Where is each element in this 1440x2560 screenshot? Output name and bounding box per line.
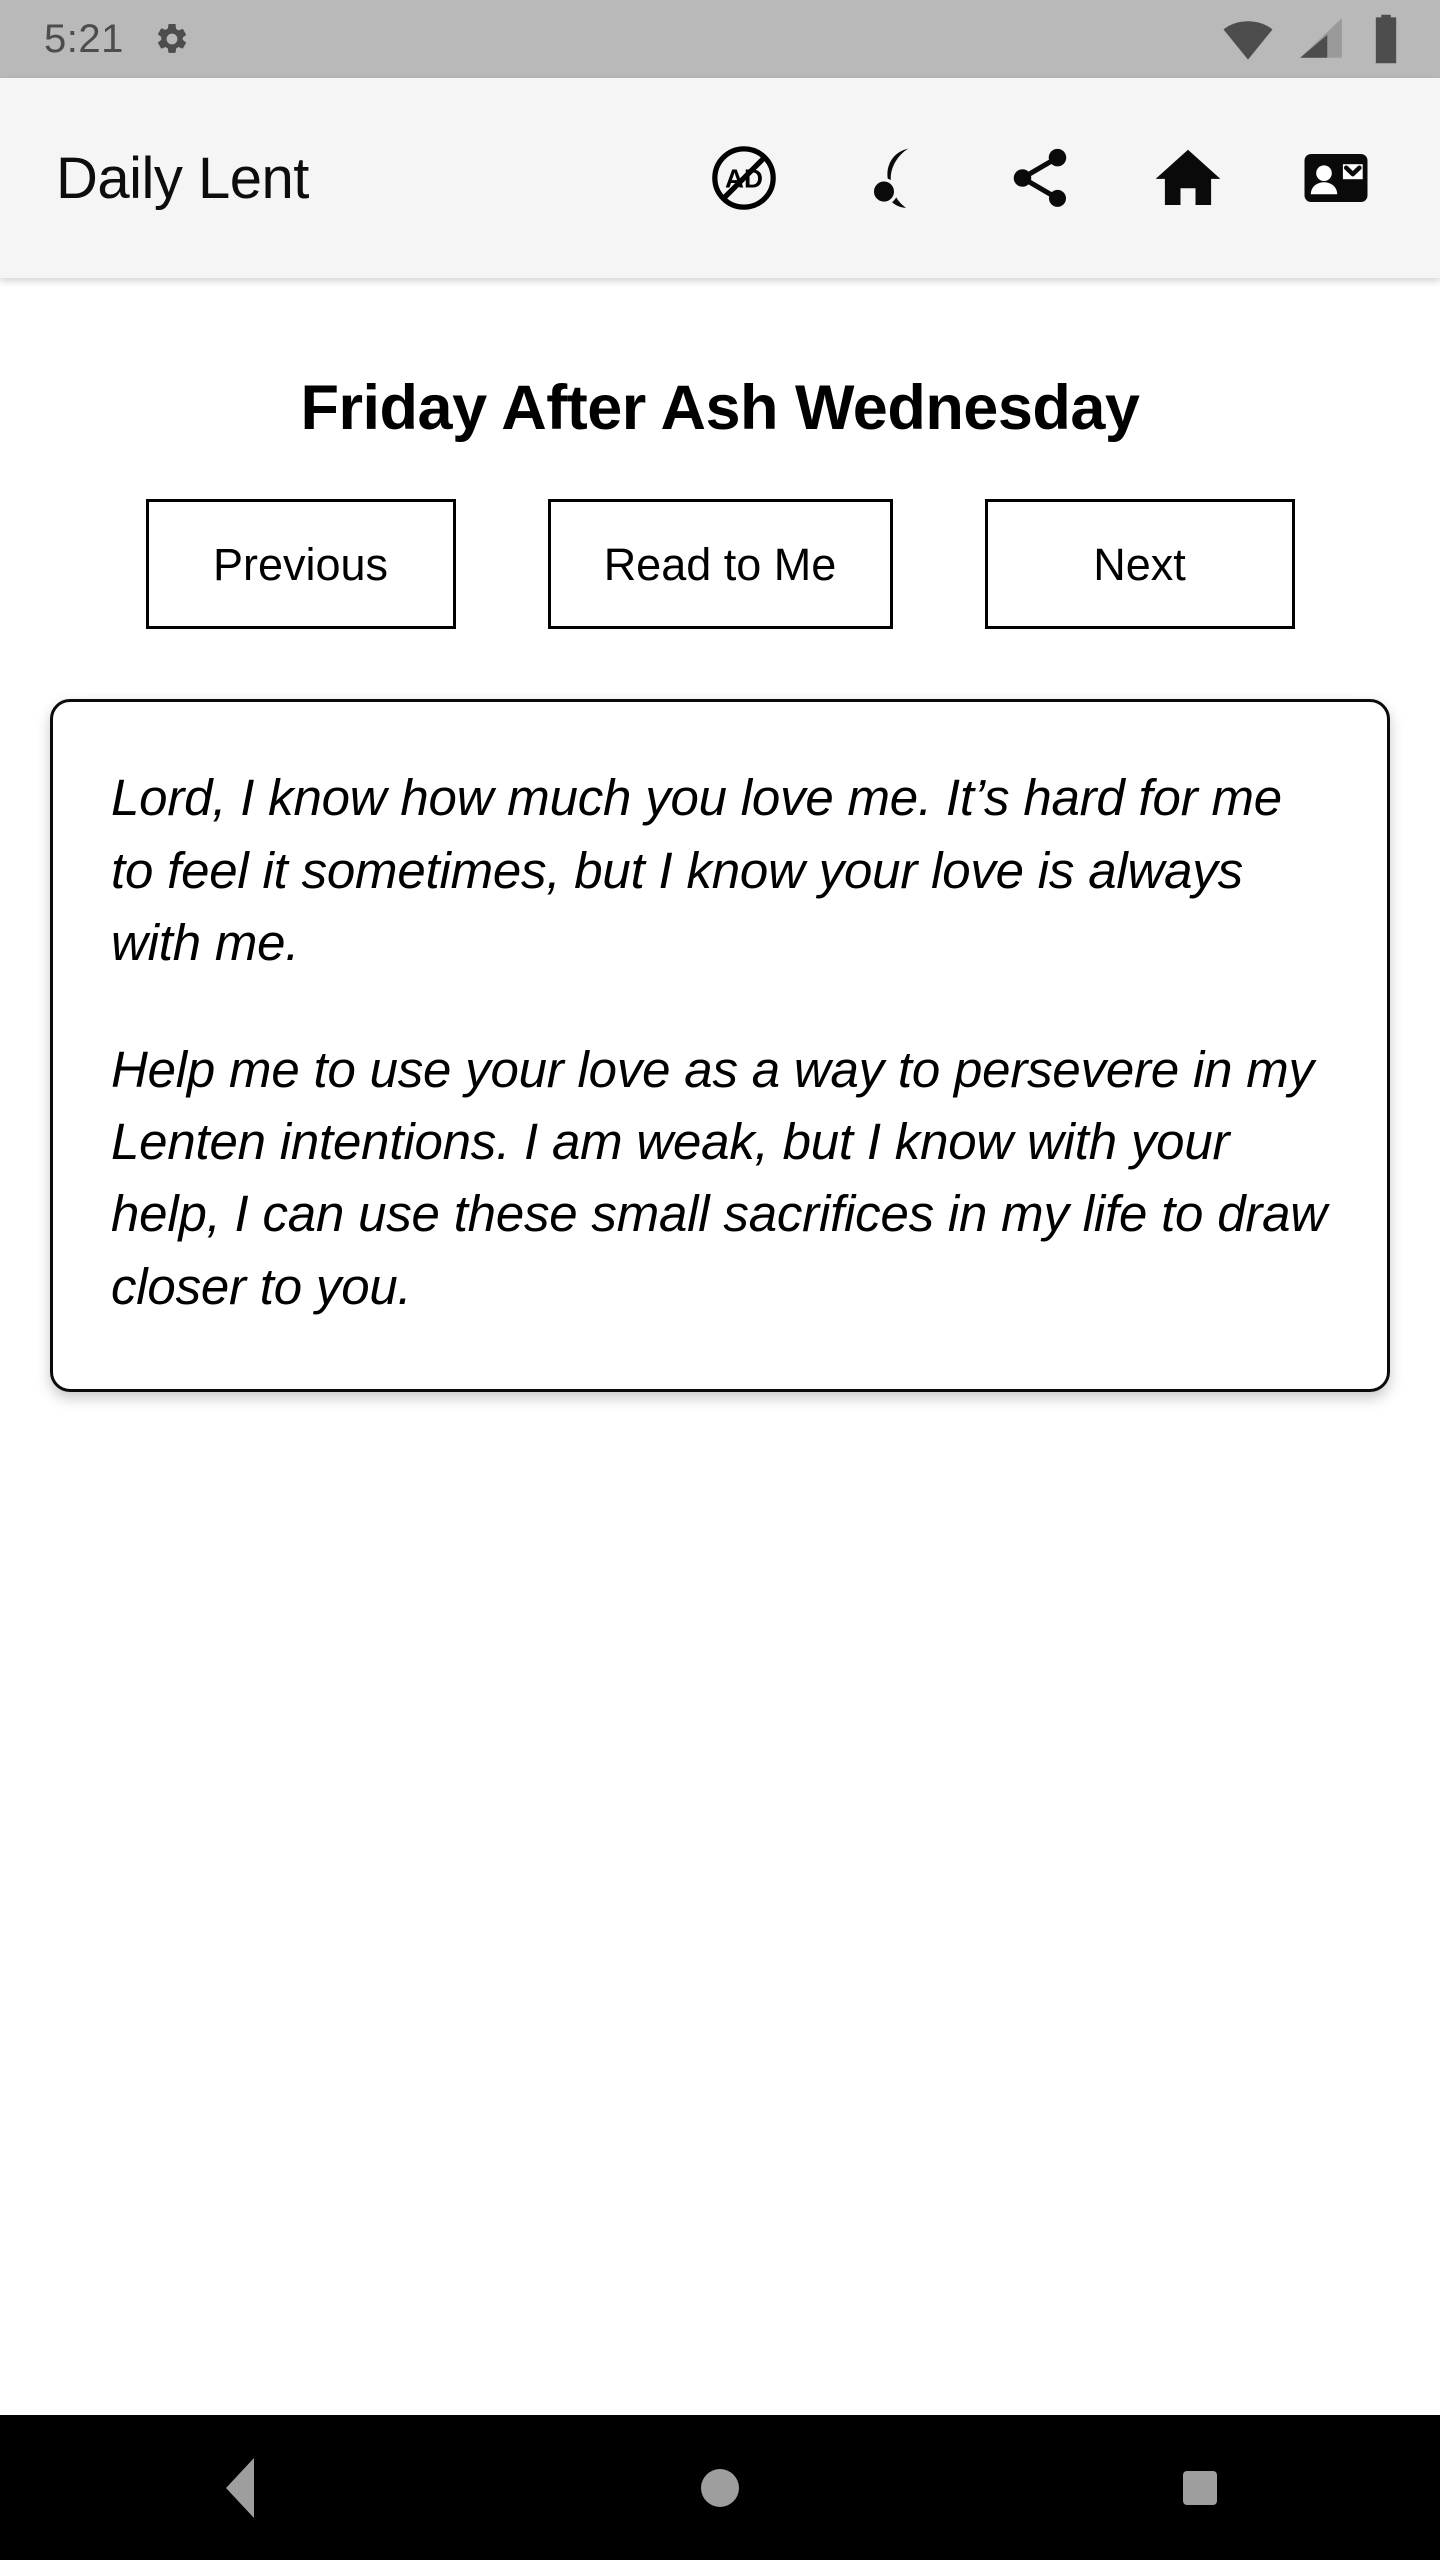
app-bar: Daily Lent AD <box>0 78 1440 278</box>
read-to-me-button[interactable]: Read to Me <box>547 499 893 630</box>
share-icon <box>1005 143 1075 213</box>
app-bar-actions: AD <box>670 104 1410 252</box>
night-mode-button[interactable] <box>818 104 966 252</box>
circle-home-icon <box>701 2468 739 2507</box>
prayer-paragraph-1: Lord, I know how much you love me. It’s … <box>111 769 1282 972</box>
contact-card-icon <box>1300 142 1372 214</box>
no-ads-icon: AD <box>709 143 779 213</box>
square-recents-icon <box>1183 2470 1217 2505</box>
gear-icon <box>154 21 190 57</box>
status-bar-left: 5:21 <box>44 19 190 59</box>
wifi-icon <box>1222 13 1274 65</box>
status-bar-right <box>1222 13 1404 65</box>
main-content: Friday After Ash Wednesday Previous Read… <box>0 278 1440 2415</box>
android-recents-key[interactable] <box>1100 2415 1300 2560</box>
battery-full-icon <box>1368 13 1404 65</box>
home-icon <box>1152 142 1224 214</box>
status-bar: 5:21 <box>0 0 1440 78</box>
next-button[interactable]: Next <box>984 499 1295 630</box>
contact-button[interactable] <box>1262 104 1410 252</box>
moon-cloud-icon <box>855 141 929 215</box>
home-button[interactable] <box>1114 104 1262 252</box>
android-home-key[interactable] <box>620 2415 820 2560</box>
app-title: Daily Lent <box>56 145 309 211</box>
navigation-button-row: Previous Read to Me Next <box>0 499 1440 630</box>
remove-ads-button[interactable]: AD <box>670 104 818 252</box>
phone-screen: 5:21 Daily Lent Friday After Ash Wednesd… <box>0 0 1440 2560</box>
page-title: Friday After Ash Wednesday <box>300 373 1140 443</box>
status-clock: 5:21 <box>44 17 124 61</box>
previous-button[interactable]: Previous <box>145 499 456 630</box>
android-navigation-bar <box>0 2415 1440 2560</box>
cell-signal-icon <box>1296 14 1346 64</box>
android-back-key[interactable] <box>140 2415 340 2560</box>
prayer-card: Lord, I know how much you love me. It’s … <box>50 699 1390 1393</box>
prayer-paragraph-2: Help me to use your love as a way to per… <box>111 1040 1327 1315</box>
share-button[interactable] <box>966 104 1114 252</box>
triangle-back-icon <box>226 2457 254 2518</box>
